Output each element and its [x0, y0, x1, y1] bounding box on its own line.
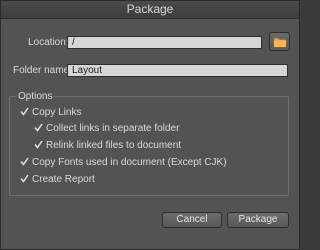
folder-icon: [273, 37, 287, 48]
options-label: Options: [16, 91, 55, 102]
copy-fonts-option[interactable]: Copy Fonts used in document (Except CJK): [20, 157, 227, 169]
collect-links-checkbox[interactable]: [34, 123, 43, 132]
folder-name-field[interactable]: Layout: [67, 64, 288, 77]
location-label: Location:: [28, 37, 69, 48]
copy-fonts-checkbox[interactable]: [20, 157, 29, 166]
checkmark-icon: [34, 140, 43, 149]
cancel-button[interactable]: Cancel: [162, 212, 222, 228]
checkmark-icon: [20, 107, 29, 116]
package-button[interactable]: Package: [227, 212, 289, 228]
copy-links-label: Copy Links: [32, 107, 82, 118]
create-report-checkbox[interactable]: [20, 174, 29, 183]
copy-fonts-label: Copy Fonts used in document (Except CJK): [32, 157, 227, 168]
package-dialog: Package Location: / Folder name: Layout …: [0, 0, 300, 250]
checkmark-icon: [20, 174, 29, 183]
checkmark-icon: [20, 157, 29, 166]
create-report-option[interactable]: Create Report: [20, 174, 95, 186]
copy-links-option[interactable]: Copy Links: [20, 107, 81, 119]
dialog-title: Package: [1, 1, 299, 19]
folder-name-label: Folder name:: [13, 65, 72, 76]
relink-option[interactable]: Relink linked files to document: [34, 140, 181, 152]
collect-links-option[interactable]: Collect links in separate folder: [34, 123, 179, 135]
create-report-label: Create Report: [32, 174, 95, 185]
location-field[interactable]: /: [67, 36, 262, 49]
browse-folder-button[interactable]: [269, 32, 290, 51]
collect-links-label: Collect links in separate folder: [46, 123, 180, 134]
copy-links-checkbox[interactable]: [20, 107, 29, 116]
checkmark-icon: [34, 123, 43, 132]
relink-checkbox[interactable]: [34, 140, 43, 149]
relink-label: Relink linked files to document: [46, 140, 182, 151]
